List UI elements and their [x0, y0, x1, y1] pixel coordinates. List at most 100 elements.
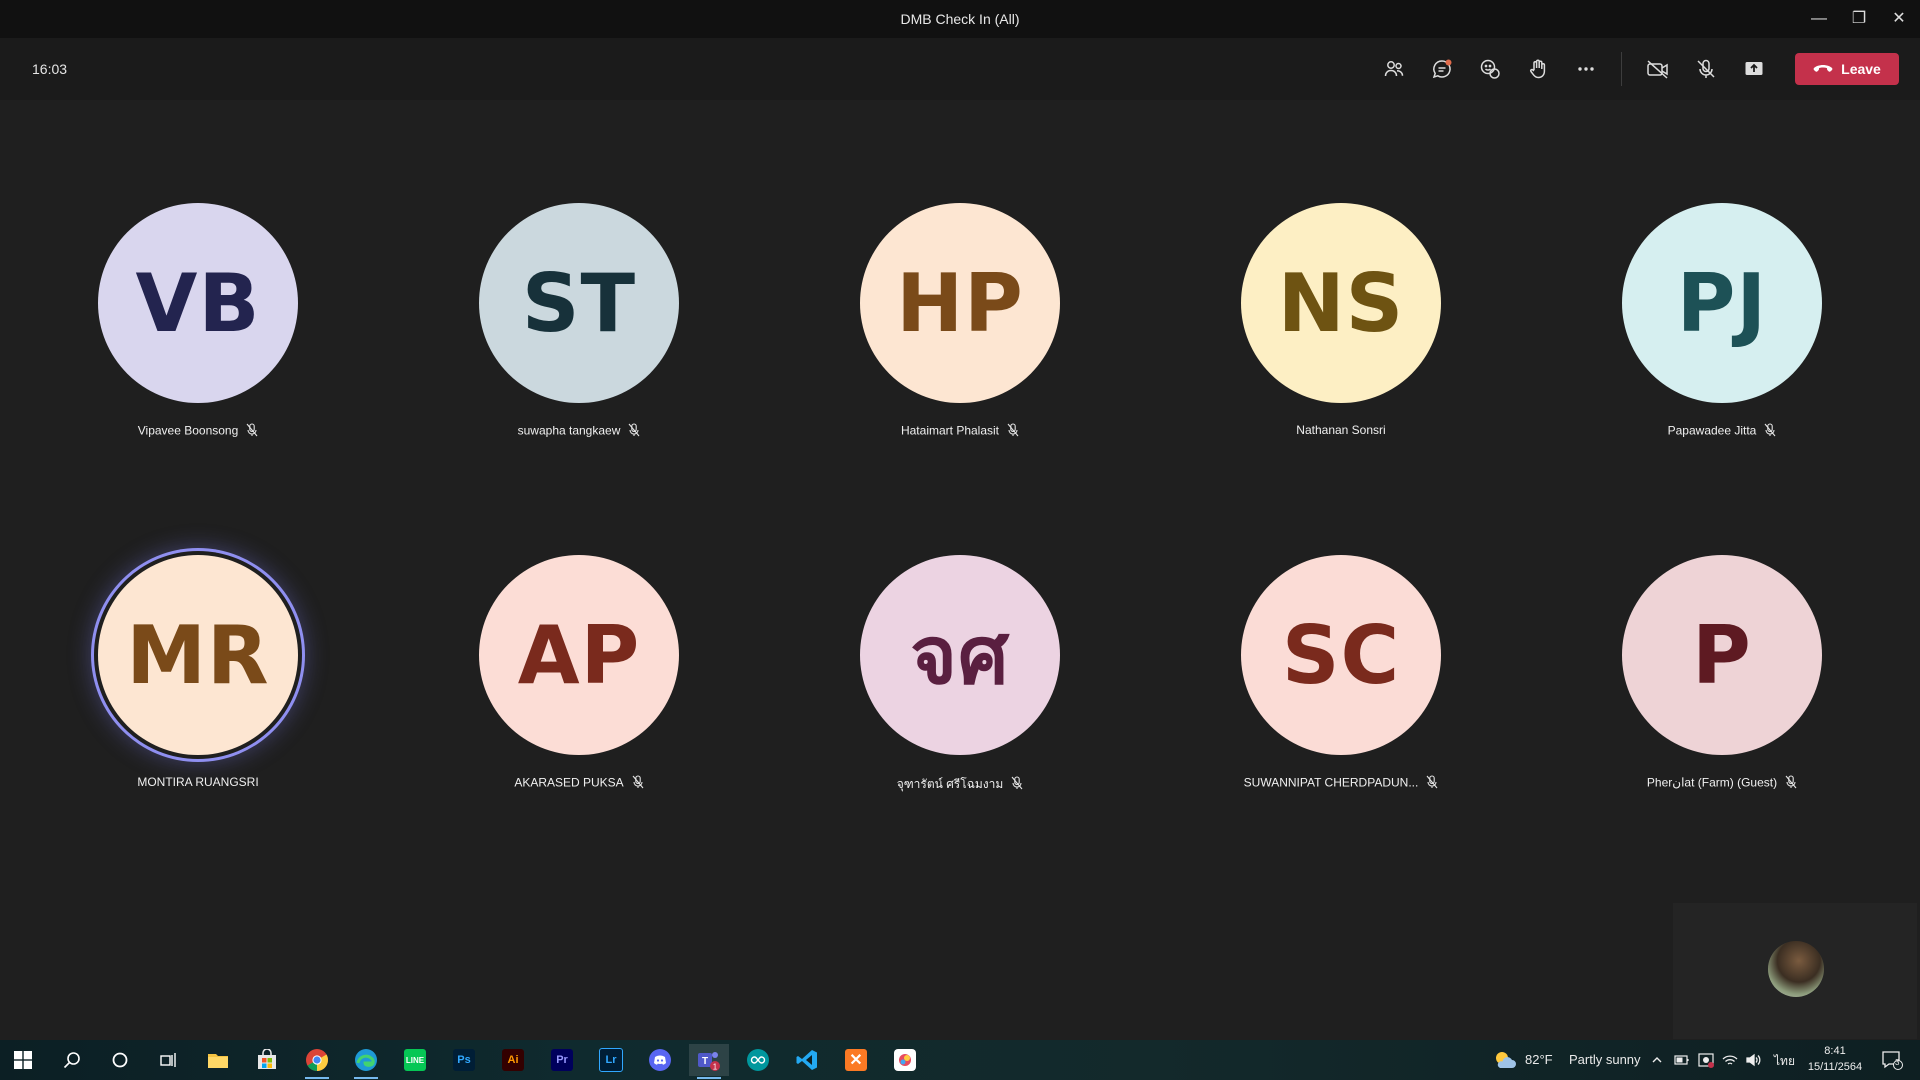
illustrator-button[interactable]: Ai [493, 1044, 533, 1076]
task-view-button[interactable] [148, 1044, 188, 1076]
lightroom-icon: Lr [599, 1048, 623, 1072]
participant-name-row: AKARASED PUKSA [429, 775, 729, 792]
participant-avatar: NS [1241, 203, 1441, 403]
reactions-icon [1480, 59, 1500, 79]
weather-temperature[interactable]: 82°F [1525, 1052, 1553, 1067]
weather-icon [1496, 1052, 1516, 1068]
photoshop-icon: Ps [453, 1049, 475, 1071]
windows-taskbar: LINE Ps Ai Pr Lr T1 ✕ 82°F Partly sunny … [0, 1040, 1920, 1080]
participant-avatar: VB [98, 203, 298, 403]
reactions-button[interactable] [1472, 51, 1508, 87]
camera-toggle-button[interactable] [1640, 51, 1676, 87]
participant-name: Hataimart Phalasit [900, 423, 1000, 438]
edge-button[interactable] [346, 1044, 386, 1079]
wifi-icon[interactable] [1722, 1052, 1738, 1068]
paint-button[interactable] [885, 1044, 925, 1076]
more-options-icon [1578, 67, 1594, 71]
raise-hand-button[interactable] [1520, 51, 1556, 87]
teams-button[interactable]: T1 [689, 1044, 729, 1079]
self-view[interactable] [1673, 903, 1917, 1039]
line-button[interactable]: LINE [395, 1044, 435, 1076]
microsoft-store-button[interactable] [247, 1044, 287, 1076]
participant-name-row: SUWANNIPAT CHERDPADUN... [1191, 775, 1491, 792]
participant-tile[interactable]: VB Vipavee Boonsong [48, 203, 348, 463]
line-icon: LINE [404, 1049, 426, 1071]
participant-tile[interactable]: HP Hataimart Phalasit [810, 203, 1110, 463]
photoshop-button[interactable]: Ps [444, 1044, 484, 1076]
close-button[interactable]: ✕ [1876, 0, 1920, 38]
participant-avatar: P [1622, 555, 1822, 755]
participant-name: จุฑารัตน์ ศรีโฉมงาม [896, 777, 1004, 791]
participant-avatar: ST [479, 203, 679, 403]
edge-icon [355, 1049, 377, 1071]
svg-text:T: T [702, 1056, 708, 1067]
discord-button[interactable] [640, 1044, 680, 1076]
share-screen-icon [1745, 62, 1763, 75]
people-button[interactable] [1376, 51, 1412, 87]
more-options-button[interactable] [1568, 51, 1604, 87]
lightroom-button[interactable]: Lr [591, 1044, 631, 1076]
participant-avatar: SC [1241, 555, 1441, 755]
participant-name: Nathanan Sonsri [1296, 423, 1386, 437]
chat-icon [1432, 59, 1452, 79]
file-explorer-button[interactable] [198, 1044, 238, 1076]
chevron-up-icon[interactable] [1651, 1054, 1663, 1066]
premiere-button[interactable]: Pr [542, 1044, 582, 1076]
participant-tile[interactable]: MR MONTIRA RUANGSRI [48, 555, 348, 815]
search-button[interactable] [52, 1044, 92, 1076]
file-explorer-icon [208, 1054, 228, 1068]
participant-tile[interactable]: ST suwapha tangkaew [429, 203, 729, 463]
paint-icon [894, 1049, 916, 1071]
input-language[interactable]: ไทย [1774, 1052, 1795, 1071]
participant-tile[interactable]: P Pherانat (Farm) (Guest) [1572, 555, 1872, 815]
vscode-button[interactable] [787, 1044, 827, 1076]
xampp-button[interactable]: ✕ [836, 1044, 876, 1076]
search-icon [63, 1052, 80, 1069]
participant-name: MONTIRA RUANGSRI [137, 775, 259, 789]
participant-tile[interactable]: NS Nathanan Sonsri [1191, 203, 1491, 463]
chrome-icon [306, 1049, 328, 1071]
volume-icon[interactable] [1745, 1052, 1761, 1068]
camera-status-icon[interactable] [1698, 1052, 1714, 1068]
svg-text:1: 1 [713, 1063, 718, 1072]
arduino-button[interactable] [738, 1044, 778, 1076]
participant-name: Papawadee Jitta [1667, 423, 1757, 438]
self-avatar [1768, 941, 1824, 997]
premiere-icon: Pr [551, 1049, 573, 1071]
participant-avatar: MR [98, 555, 298, 755]
battery-icon[interactable] [1674, 1053, 1690, 1067]
participant-avatar: PJ [1622, 203, 1822, 403]
muted-mic-icon [1785, 775, 1797, 792]
participant-name-row: Papawadee Jitta [1572, 423, 1872, 440]
participant-tile[interactable]: PJ Papawadee Jitta [1572, 203, 1872, 463]
window-title-bar: DMB Check In (All) — ❐ ✕ [0, 0, 1920, 38]
taskbar-clock[interactable]: 8:41 15/11/2564 [1800, 1043, 1870, 1075]
illustrator-icon: Ai [502, 1049, 524, 1071]
weather-condition[interactable]: Partly sunny [1569, 1052, 1641, 1067]
start-button[interactable] [3, 1044, 43, 1076]
hang-up-icon [1813, 65, 1833, 72]
teams-icon: T1 [698, 1052, 720, 1072]
mic-off-icon [1697, 59, 1715, 78]
leave-button[interactable]: Leave [1795, 53, 1899, 85]
chrome-button[interactable] [297, 1044, 337, 1079]
cortana-button[interactable] [100, 1044, 140, 1076]
share-screen-button[interactable] [1736, 51, 1772, 87]
mic-toggle-button[interactable] [1688, 51, 1724, 87]
participant-name: Pherانat (Farm) (Guest) [1646, 775, 1778, 790]
chat-button[interactable] [1424, 51, 1460, 87]
participant-tile[interactable]: AP AKARASED PUKSA [429, 555, 729, 815]
window-title: DMB Check In (All) [900, 11, 1020, 27]
participant-tile[interactable]: จศ จุฑารัตน์ ศรีโฉมงาม [810, 555, 1110, 815]
participant-tile[interactable]: SC SUWANNIPAT CHERDPADUN... [1191, 555, 1491, 815]
camera-off-icon [1647, 60, 1668, 79]
participant-avatar: HP [860, 203, 1060, 403]
action-center-button[interactable]: 3 [1872, 1044, 1912, 1076]
muted-mic-icon [632, 775, 644, 792]
muted-mic-icon [628, 423, 640, 440]
vscode-icon [796, 1050, 817, 1070]
participant-name-row: MONTIRA RUANGSRI [48, 775, 348, 789]
discord-icon [649, 1049, 671, 1071]
xampp-icon: ✕ [845, 1049, 867, 1071]
participant-name: AKARASED PUKSA [514, 775, 624, 790]
